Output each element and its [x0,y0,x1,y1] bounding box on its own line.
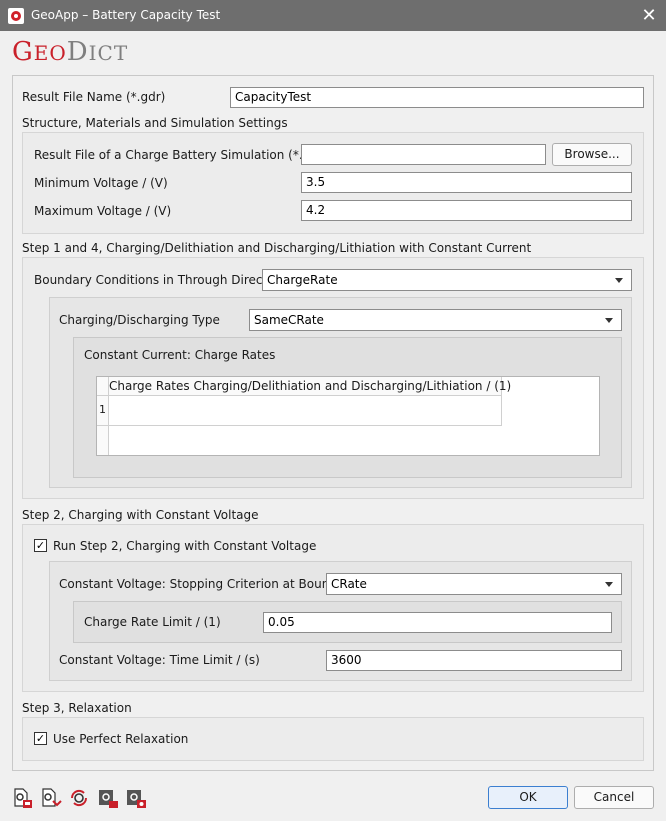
chevron-down-icon [605,582,613,587]
chevron-down-icon [615,278,623,283]
min-voltage-input[interactable]: 3.5 [301,172,632,193]
charge-file-input[interactable] [301,144,546,165]
load-settings-icon[interactable] [12,787,34,809]
ok-button[interactable]: OK [488,786,568,809]
close-button[interactable]: ✕ [636,5,662,27]
app-icon [8,8,24,24]
reset-settings-icon[interactable] [68,787,90,809]
table-cell[interactable] [109,396,502,426]
boundary-conditions-select[interactable]: ChargeRate [262,269,632,291]
cancel-button[interactable]: Cancel [574,786,654,809]
table-row-header[interactable]: 1 [97,396,109,426]
stopping-criterion-label: Constant Voltage: Stopping Criterion at … [59,577,357,591]
charging-type-label: Charging/Discharging Type [59,313,220,327]
geodict-logo: GEODICT [12,37,129,67]
table-row-header-strip [97,426,109,455]
charging-type-select[interactable]: SameCRate [249,309,622,331]
browse-button[interactable]: Browse... [552,143,632,166]
charge-file-label: Result File of a Charge Battery Simulati… [34,148,328,162]
result-file-input[interactable]: CapacityTest [230,87,644,108]
max-voltage-input[interactable]: 4.2 [301,200,632,221]
stopping-criterion-select[interactable]: CRate [326,573,622,595]
charge-rate-limit-input[interactable]: 0.05 [263,612,612,633]
structure-section-title: Structure, Materials and Simulation Sett… [22,116,288,130]
close-icon: ✕ [641,5,657,26]
boundary-conditions-label: Boundary Conditions in Through Direction [34,273,286,287]
table-column-header[interactable]: Charge Rates Charging/Delithiation and D… [109,377,511,396]
step3-title: Step 3, Relaxation [22,701,132,715]
charge-rates-title: Constant Current: Charge Rates [84,348,276,362]
perfect-relaxation-checkbox[interactable]: ✓ [34,732,47,745]
max-voltage-label: Maximum Voltage / (V) [34,204,172,218]
charge-rate-limit-label: Charge Rate Limit / (1) [84,615,221,629]
run-step2-label: Run Step 2, Charging with Constant Volta… [53,539,317,553]
result-file-label: Result File Name (*.gdr) [22,90,166,104]
perfect-relaxation-label: Use Perfect Relaxation [53,732,189,746]
save-settings-icon[interactable] [40,787,62,809]
chevron-down-icon [605,318,613,323]
time-limit-input[interactable]: 3600 [326,650,622,671]
step2-title: Step 2, Charging with Constant Voltage [22,508,259,522]
window-title: GeoApp – Battery Capacity Test [31,8,221,22]
record-macro-icon[interactable] [125,787,147,809]
time-limit-label: Constant Voltage: Time Limit / (s) [59,653,260,667]
run-macro-icon[interactable] [97,787,119,809]
table-corner [97,377,109,396]
min-voltage-label: Minimum Voltage / (V) [34,176,168,190]
charge-rates-table: Charge Rates Charging/Delithiation and D… [96,376,600,456]
step14-title: Step 1 and 4, Charging/Delithiation and … [22,241,532,255]
run-step2-checkbox[interactable]: ✓ [34,539,47,552]
